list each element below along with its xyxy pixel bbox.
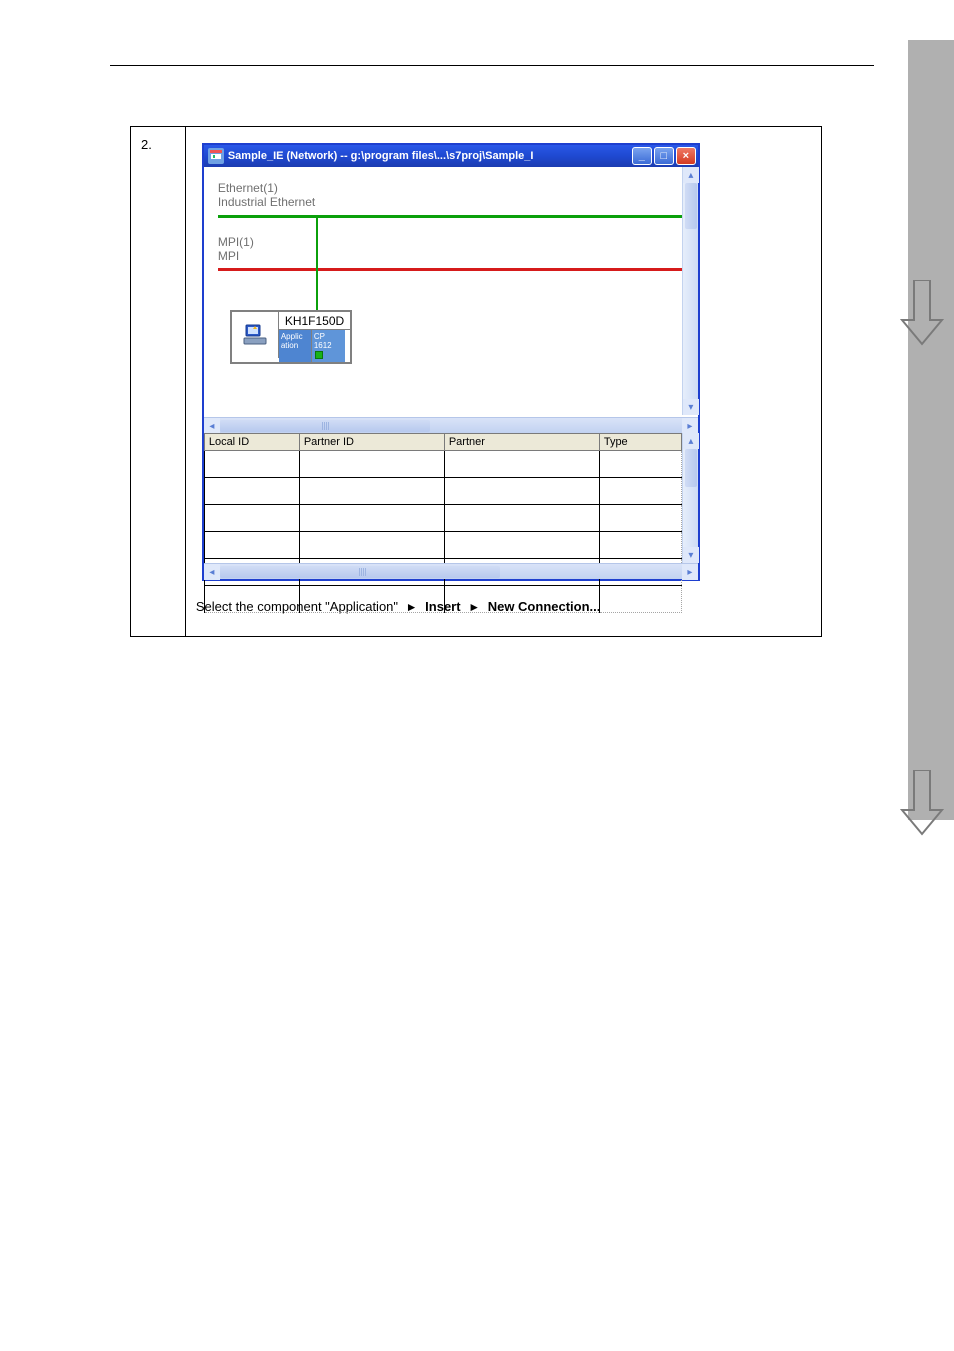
vertical-scrollbar[interactable]: ▴ ▾ — [682, 433, 698, 563]
titlebar[interactable]: Sample_IE (Network) -- g:\program files\… — [204, 145, 698, 167]
table-row[interactable] — [204, 451, 681, 478]
scroll-up-icon[interactable]: ▴ — [683, 433, 699, 449]
screenshot: Sample_IE (Network) -- g:\program files\… — [196, 143, 811, 581]
station-uplink-line — [316, 215, 318, 314]
scroll-left-icon[interactable]: ◂ — [204, 564, 220, 580]
horizontal-scrollbar[interactable]: ◂ ▸ — [204, 563, 698, 579]
header-rule — [110, 65, 874, 66]
status-led-icon — [315, 351, 323, 359]
scroll-right-icon[interactable]: ▸ — [682, 564, 698, 580]
netpro-window: Sample_IE (Network) -- g:\program files\… — [202, 143, 700, 581]
network-canvas[interactable]: Ethernet(1) Industrial Ethernet MPI(1) M… — [204, 167, 698, 417]
ethernet-name: Ethernet(1) — [218, 181, 315, 195]
mpi-name: MPI(1) — [218, 235, 254, 249]
side-stripe — [908, 40, 954, 820]
station-name: KH1F150D — [279, 312, 350, 330]
slot-label: CP 1612 — [314, 332, 332, 350]
table-row[interactable] — [204, 478, 681, 505]
window-title: Sample_IE (Network) -- g:\program files\… — [228, 150, 632, 162]
col-type[interactable]: Type — [599, 434, 681, 451]
minimize-button[interactable]: _ — [632, 147, 652, 165]
flow-arrow-down-icon — [900, 280, 944, 346]
ethernet-label: Ethernet(1) Industrial Ethernet — [218, 181, 315, 209]
slot-application[interactable]: Applic ation — [279, 330, 312, 362]
step-table: 2. Sample_IE (Network) -- g:\program fil… — [130, 126, 822, 637]
scroll-down-icon[interactable]: ▾ — [683, 547, 699, 563]
scroll-grip-icon — [322, 422, 330, 430]
connection-table-area: Local ID Partner ID Partner Type — [204, 433, 698, 563]
col-partner-id[interactable]: Partner ID — [299, 434, 444, 451]
mpi-bus-line — [218, 268, 682, 271]
scroll-grip-icon — [359, 568, 367, 576]
mpi-label: MPI(1) MPI — [218, 235, 254, 263]
mpi-type: MPI — [218, 249, 254, 263]
scroll-down-icon[interactable]: ▾ — [683, 399, 699, 415]
slot-cp1612[interactable]: CP 1612 — [312, 330, 345, 362]
pc-icon — [232, 312, 279, 358]
maximize-icon: □ — [661, 150, 668, 162]
ethernet-bus-line — [218, 215, 682, 218]
step-number-cell: 2. — [131, 127, 186, 637]
scroll-left-icon[interactable]: ◂ — [204, 418, 220, 434]
ethernet-type: Industrial Ethernet — [218, 195, 315, 209]
col-local-id[interactable]: Local ID — [204, 434, 299, 451]
scroll-up-icon[interactable]: ▴ — [683, 167, 699, 183]
document-page: 2. Sample_IE (Network) -- g:\program fil… — [0, 0, 954, 1351]
flow-arrow-down-icon — [900, 770, 944, 836]
station-node[interactable]: KH1F150D Applic ation CP 1612 — [230, 310, 352, 364]
connection-table[interactable]: Local ID Partner ID Partner Type — [204, 433, 682, 613]
table-header-row: Local ID Partner ID Partner Type — [204, 434, 681, 451]
table-row[interactable] — [204, 505, 681, 532]
slot-label: Applic ation — [281, 332, 303, 350]
maximize-button[interactable]: □ — [654, 147, 674, 165]
scroll-right-icon[interactable]: ▸ — [682, 418, 698, 434]
step-body-cell: Sample_IE (Network) -- g:\program files\… — [185, 127, 821, 637]
step-number: 2. — [141, 137, 152, 152]
vertical-scrollbar[interactable]: ▴ ▾ — [682, 167, 698, 415]
scroll-thumb[interactable] — [685, 449, 697, 487]
close-icon: × — [683, 150, 689, 162]
minimize-icon: _ — [639, 150, 645, 162]
table-row[interactable] — [204, 532, 681, 559]
horizontal-scrollbar[interactable]: ◂ ▸ — [204, 417, 698, 433]
close-button[interactable]: × — [676, 147, 696, 165]
table-row[interactable] — [204, 586, 681, 613]
scroll-thumb[interactable] — [685, 183, 697, 229]
col-partner[interactable]: Partner — [444, 434, 599, 451]
app-icon — [208, 148, 224, 164]
